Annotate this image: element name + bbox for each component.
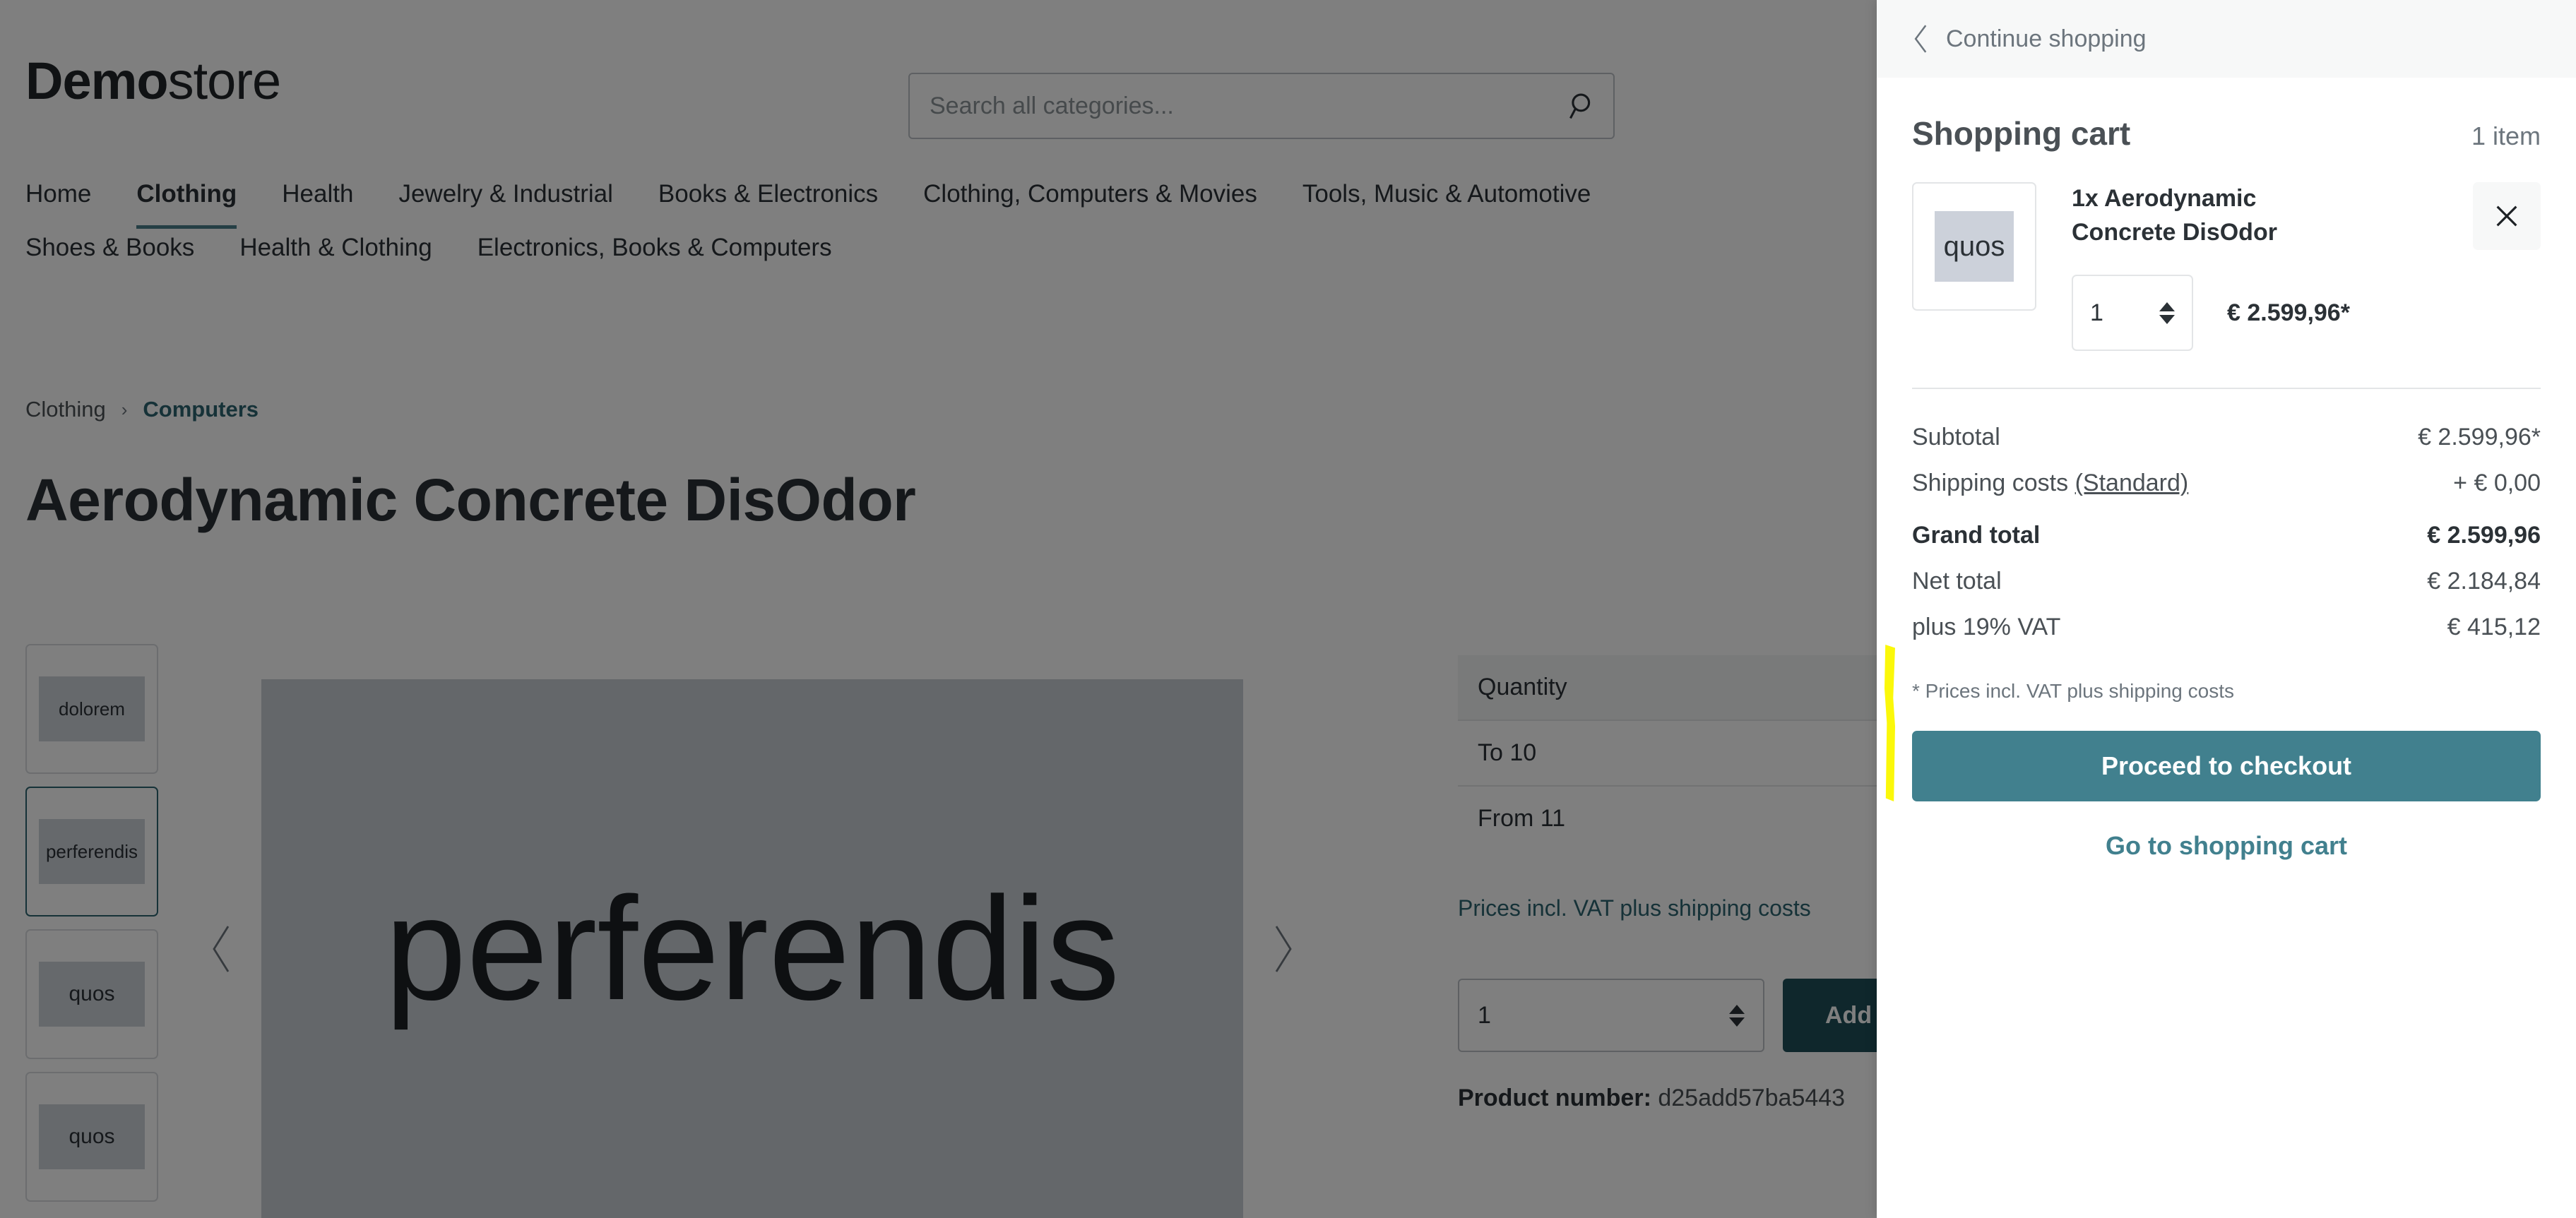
screen: Demostore Home Clothing Health Jewelry &…: [0, 0, 2576, 1218]
cart-item-thumbnail[interactable]: quos: [1912, 182, 2036, 311]
total-row-subtotal: Subtotal € 2.599,96*: [1912, 414, 2541, 460]
total-label: plus 19% VAT: [1912, 614, 2061, 641]
cart-item-count: 1 item: [2471, 121, 2541, 150]
cart-title: Shopping cart: [1912, 115, 2131, 152]
stepper-arrows-icon[interactable]: [2159, 301, 2175, 324]
shipping-label-text: Shipping costs: [1912, 470, 2075, 497]
total-row-shipping: Shipping costs (Standard) + € 0,00: [1912, 460, 2541, 506]
total-label: Shipping costs (Standard): [1912, 470, 2188, 497]
cart-header: Shopping cart 1 item: [1877, 78, 2576, 153]
cart-item-image-label: quos: [1935, 211, 2014, 282]
remove-item-button[interactable]: [2473, 182, 2541, 250]
cart-item-quantity-value: 1: [2090, 299, 2103, 326]
cart-item-details: 1x Aerodynamic Concrete DisOdor 1 € 2.59…: [2036, 182, 2541, 352]
close-icon: [2496, 205, 2517, 227]
chevron-left-icon: [1912, 23, 1930, 54]
cart-totals: Subtotal € 2.599,96* Shipping costs (Sta…: [1877, 389, 2576, 650]
cart-item-quantity-stepper[interactable]: 1: [2072, 275, 2193, 352]
go-to-shopping-cart-link[interactable]: Go to shopping cart: [1912, 831, 2541, 861]
proceed-to-checkout-button[interactable]: Proceed to checkout: [1912, 731, 2541, 802]
cart-line-item: quos 1x Aerodynamic Concrete DisOdor 1 €…: [1877, 153, 2576, 352]
shipping-method-link[interactable]: (Standard): [2075, 470, 2189, 496]
continue-shopping-label: Continue shopping: [1946, 25, 2147, 52]
modal-backdrop[interactable]: [0, 0, 1877, 1218]
total-value: € 2.184,84: [2427, 568, 2541, 595]
continue-shopping-button[interactable]: Continue shopping: [1877, 0, 2576, 78]
shopping-cart-offcanvas: Continue shopping Shopping cart 1 item q…: [1877, 0, 2576, 1218]
total-value: € 2.599,96*: [2418, 424, 2541, 451]
total-row-vat: plus 19% VAT € 415,12: [1912, 604, 2541, 650]
total-label: Subtotal: [1912, 424, 2000, 451]
cart-item-price: € 2.599,96*: [2227, 299, 2350, 326]
cart-item-controls: 1 € 2.599,96*: [2072, 275, 2463, 352]
total-value: + € 0,00: [2453, 470, 2541, 497]
total-value: € 415,12: [2447, 614, 2541, 641]
total-label: Grand total: [1912, 522, 2041, 549]
vat-disclaimer: * Prices incl. VAT plus shipping costs: [1912, 680, 2234, 703]
cart-item-name[interactable]: 1x Aerodynamic Concrete DisOdor: [2072, 182, 2305, 249]
total-value: € 2.599,96: [2427, 522, 2541, 549]
cart-action-buttons: Proceed to checkout Go to shopping cart: [1877, 703, 2576, 861]
total-row-grand: Grand total € 2.599,96: [1912, 506, 2541, 559]
total-label: Net total: [1912, 568, 2002, 595]
total-row-net: Net total € 2.184,84: [1912, 559, 2541, 604]
